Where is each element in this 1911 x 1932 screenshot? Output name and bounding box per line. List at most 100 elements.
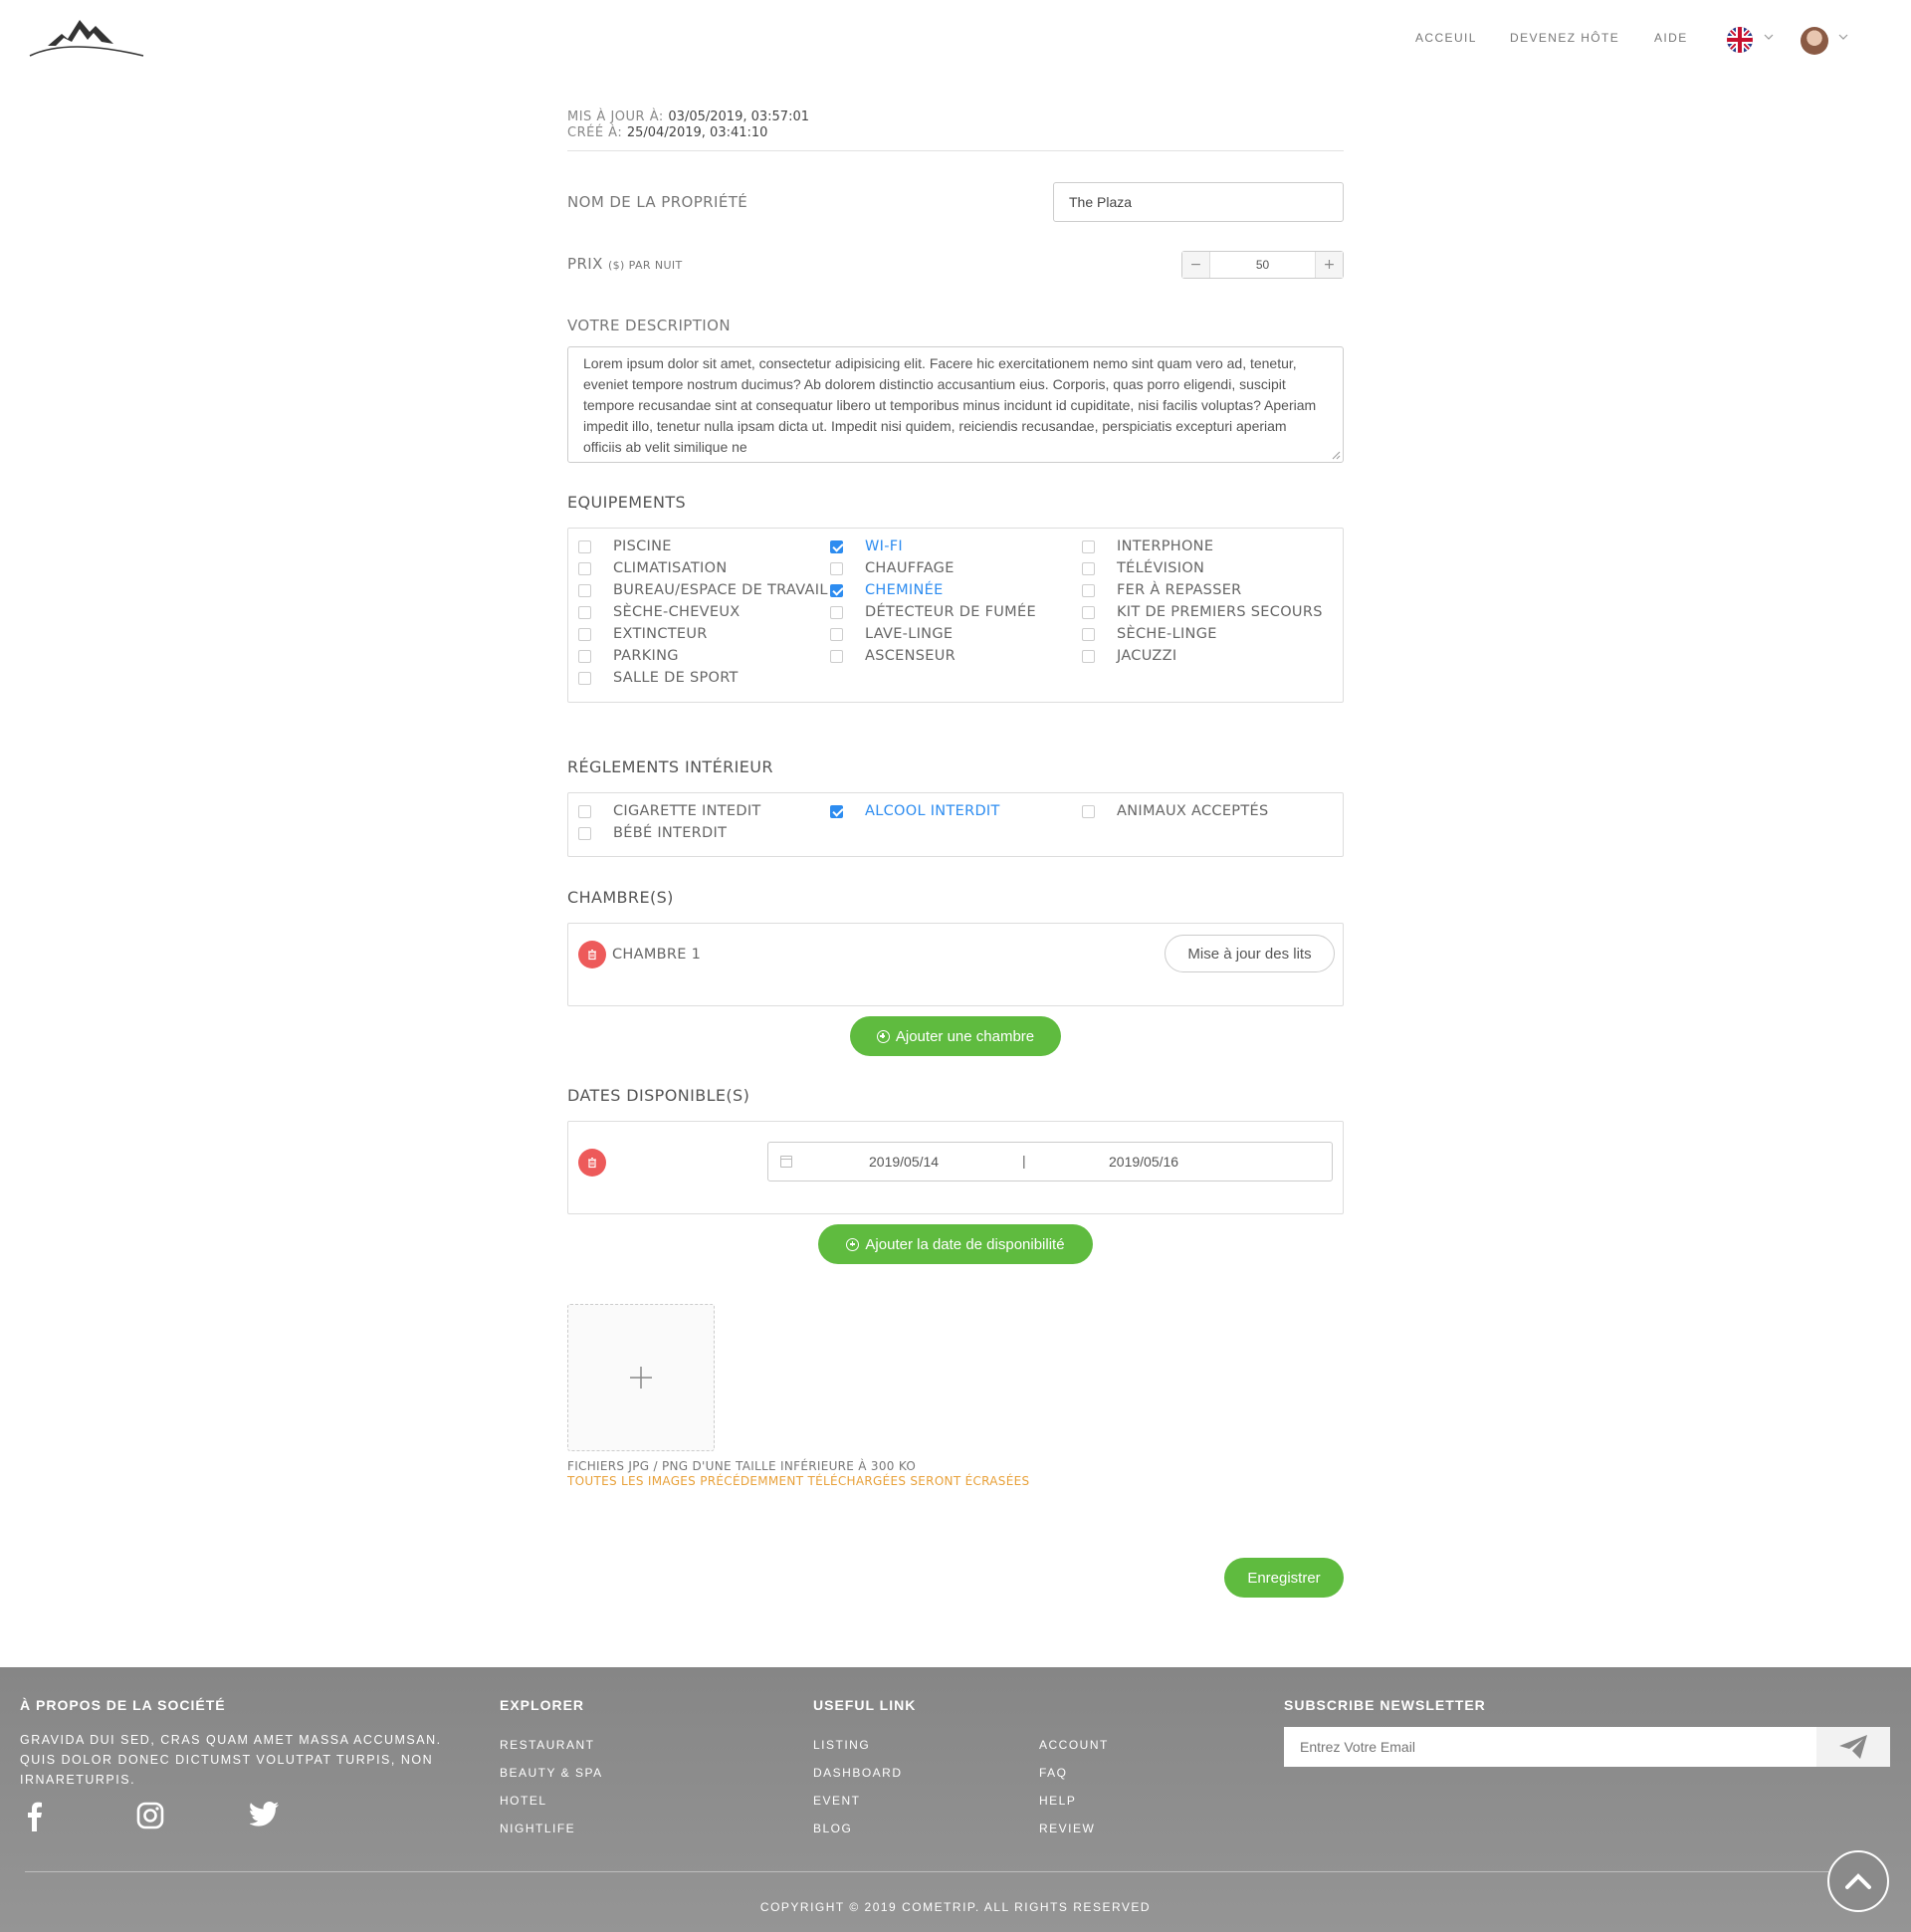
checkbox-unchecked-icon[interactable]	[578, 539, 591, 553]
checkbox-bureau-espace-de-travail[interactable]: BUREAU/ESPACE DE TRAVAIL	[578, 582, 828, 598]
checkbox-parking[interactable]: PARKING	[578, 648, 679, 664]
checkbox-interphone[interactable]: INTERPHONE	[1082, 538, 1213, 554]
twitter-icon[interactable]	[250, 1802, 280, 1827]
checkbox-checked-icon[interactable]	[830, 539, 843, 553]
add-date-button[interactable]: Ajouter la date de disponibilité	[818, 1224, 1093, 1264]
checkbox-alcool-interdit[interactable]: ALCOOL INTERDIT	[830, 803, 1000, 819]
checkbox-detecteur-de-fumee[interactable]: DÉTECTEUR DE FUMÉE	[830, 604, 1036, 620]
chevron-down-icon[interactable]	[1838, 32, 1848, 42]
checkbox-unchecked-icon[interactable]	[830, 561, 843, 575]
add-room-button[interactable]: Ajouter une chambre	[850, 1016, 1061, 1056]
uk-flag-icon[interactable]	[1727, 27, 1753, 53]
user-avatar[interactable]	[1801, 27, 1828, 55]
checkbox-unchecked-icon[interactable]	[578, 627, 591, 641]
checkbox-cheminee[interactable]: CHEMINÉE	[830, 582, 944, 598]
checkbox-unchecked-icon[interactable]	[1082, 605, 1095, 619]
footer-link-blog[interactable]: BLOG	[813, 1822, 852, 1835]
footer-link-help[interactable]: HELP	[1039, 1794, 1076, 1808]
footer-link-restaurant[interactable]: RESTAURANT	[500, 1738, 594, 1752]
checkbox-unchecked-icon[interactable]	[1082, 804, 1095, 818]
footer-link-faq[interactable]: FAQ	[1039, 1766, 1068, 1780]
footer-about-text: GRAVIDA DUI SED, CRAS QUAM AMET MASSA AC…	[20, 1733, 442, 1787]
checkbox-unchecked-icon[interactable]	[1082, 583, 1095, 597]
date-range-picker[interactable]: 2019/05/14 | 2019/05/16	[767, 1142, 1333, 1181]
checkbox-unchecked-icon[interactable]	[578, 649, 591, 663]
price-stepper[interactable]: − 50 +	[1181, 251, 1344, 279]
checkbox-cigarette-intedit[interactable]: CIGARETTE INTEDIT	[578, 803, 761, 819]
nav-become-host-link[interactable]: DEVENEZ HÔTE	[1510, 31, 1619, 45]
checkbox-unchecked-icon[interactable]	[830, 605, 843, 619]
checkbox-unchecked-icon[interactable]	[830, 649, 843, 663]
checkbox-extincteur[interactable]: EXTINCTEUR	[578, 626, 708, 642]
update-beds-button[interactable]: Mise à jour des lits	[1165, 935, 1335, 972]
checkbox-wi-fi[interactable]: WI-FI	[830, 538, 903, 554]
checkbox-piscine[interactable]: PISCINE	[578, 538, 672, 554]
footer-link-dashboard[interactable]: DASHBOARD	[813, 1766, 903, 1780]
checkbox-unchecked-icon[interactable]	[578, 826, 591, 840]
checkbox-salle-de-sport[interactable]: SALLE DE SPORT	[578, 670, 739, 686]
checkbox-animaux-acceptes[interactable]: ANIMAUX ACCEPTÉS	[1082, 803, 1268, 819]
checkbox-seche-cheveux[interactable]: SÈCHE-CHEVEUX	[578, 604, 741, 620]
checkbox-label: TÉLÉVISION	[1117, 560, 1205, 576]
footer-link-account[interactable]: ACCOUNT	[1039, 1738, 1109, 1752]
checkbox-checked-icon[interactable]	[830, 583, 843, 597]
delete-date-button[interactable]	[578, 1149, 606, 1177]
paper-plane-icon	[1839, 1735, 1867, 1759]
footer-link-beauty-spa[interactable]: BEAUTY & SPA	[500, 1766, 603, 1780]
checkbox-kit-de-premiers-secours[interactable]: KIT DE PREMIERS SECOURS	[1082, 604, 1323, 620]
checkbox-label: SÈCHE-CHEVEUX	[613, 604, 741, 620]
facebook-icon[interactable]	[27, 1802, 43, 1831]
checkbox-unchecked-icon[interactable]	[578, 583, 591, 597]
checkbox-chauffage[interactable]: CHAUFFAGE	[830, 560, 955, 576]
checkbox-unchecked-icon[interactable]	[1082, 539, 1095, 553]
checkbox-label: JACUZZI	[1117, 648, 1177, 664]
checkbox-unchecked-icon[interactable]	[578, 605, 591, 619]
date-start[interactable]: 2019/05/14	[869, 1154, 939, 1170]
checkbox-ascenseur[interactable]: ASCENSEUR	[830, 648, 956, 664]
checkbox-label: CIGARETTE INTEDIT	[613, 803, 761, 819]
price-increment-button[interactable]: +	[1315, 252, 1343, 278]
trash-icon	[588, 949, 596, 961]
delete-room-button[interactable]	[578, 941, 606, 968]
footer-link-review[interactable]: REVIEW	[1039, 1822, 1095, 1835]
footer-link-nightlife[interactable]: NIGHTLIFE	[500, 1822, 575, 1835]
property-name-input[interactable]	[1053, 182, 1344, 222]
price-decrement-button[interactable]: −	[1182, 252, 1210, 278]
footer-link-hotel[interactable]: HOTEL	[500, 1794, 547, 1808]
image-upload-dropzone[interactable]	[567, 1304, 715, 1451]
checkbox-jacuzzi[interactable]: JACUZZI	[1082, 648, 1176, 664]
mountain-logo-icon[interactable]	[28, 16, 145, 60]
checkbox-unchecked-icon[interactable]	[1082, 627, 1095, 641]
trash-icon	[588, 1157, 596, 1169]
chevron-down-icon[interactable]	[1764, 32, 1774, 42]
checkbox-unchecked-icon[interactable]	[830, 627, 843, 641]
checkbox-label: DÉTECTEUR DE FUMÉE	[865, 604, 1036, 620]
checkbox-unchecked-icon[interactable]	[578, 804, 591, 818]
nav-home-link[interactable]: ACCEUIL	[1415, 31, 1477, 45]
checkbox-seche-linge[interactable]: SÈCHE-LINGE	[1082, 626, 1217, 642]
instagram-icon[interactable]	[136, 1802, 164, 1829]
footer-link-event[interactable]: EVENT	[813, 1794, 861, 1808]
checkbox-lave-linge[interactable]: LAVE-LINGE	[830, 626, 953, 642]
checkbox-bebe-interdit[interactable]: BÉBÉ INTERDIT	[578, 825, 727, 841]
checkbox-unchecked-icon[interactable]	[578, 561, 591, 575]
resize-grip-icon[interactable]	[1332, 451, 1341, 460]
checkbox-checked-icon[interactable]	[830, 804, 843, 818]
checkbox-television[interactable]: TÉLÉVISION	[1082, 560, 1204, 576]
price-value[interactable]: 50	[1210, 252, 1315, 278]
checkbox-unchecked-icon[interactable]	[1082, 649, 1095, 663]
checkbox-unchecked-icon[interactable]	[578, 671, 591, 685]
footer-link-listing[interactable]: LISTING	[813, 1738, 870, 1752]
date-end[interactable]: 2019/05/16	[1109, 1154, 1178, 1170]
newsletter-email-input[interactable]	[1284, 1727, 1816, 1767]
property-name-label: NOM DE LA PROPRIÉTÉ	[567, 193, 748, 211]
nav-help-link[interactable]: AIDE	[1654, 31, 1688, 45]
checkbox-climatisation[interactable]: CLIMATISATION	[578, 560, 727, 576]
checkbox-label: WI-FI	[865, 538, 903, 554]
checkbox-fer-a-repasser[interactable]: FER À REPASSER	[1082, 582, 1242, 598]
checkbox-unchecked-icon[interactable]	[1082, 561, 1095, 575]
save-button[interactable]: Enregistrer	[1224, 1558, 1344, 1598]
description-textarea[interactable]: Lorem ipsum dolor sit amet, consectetur …	[567, 346, 1344, 463]
newsletter-send-button[interactable]	[1816, 1727, 1890, 1767]
scroll-to-top-button[interactable]	[1827, 1850, 1889, 1912]
